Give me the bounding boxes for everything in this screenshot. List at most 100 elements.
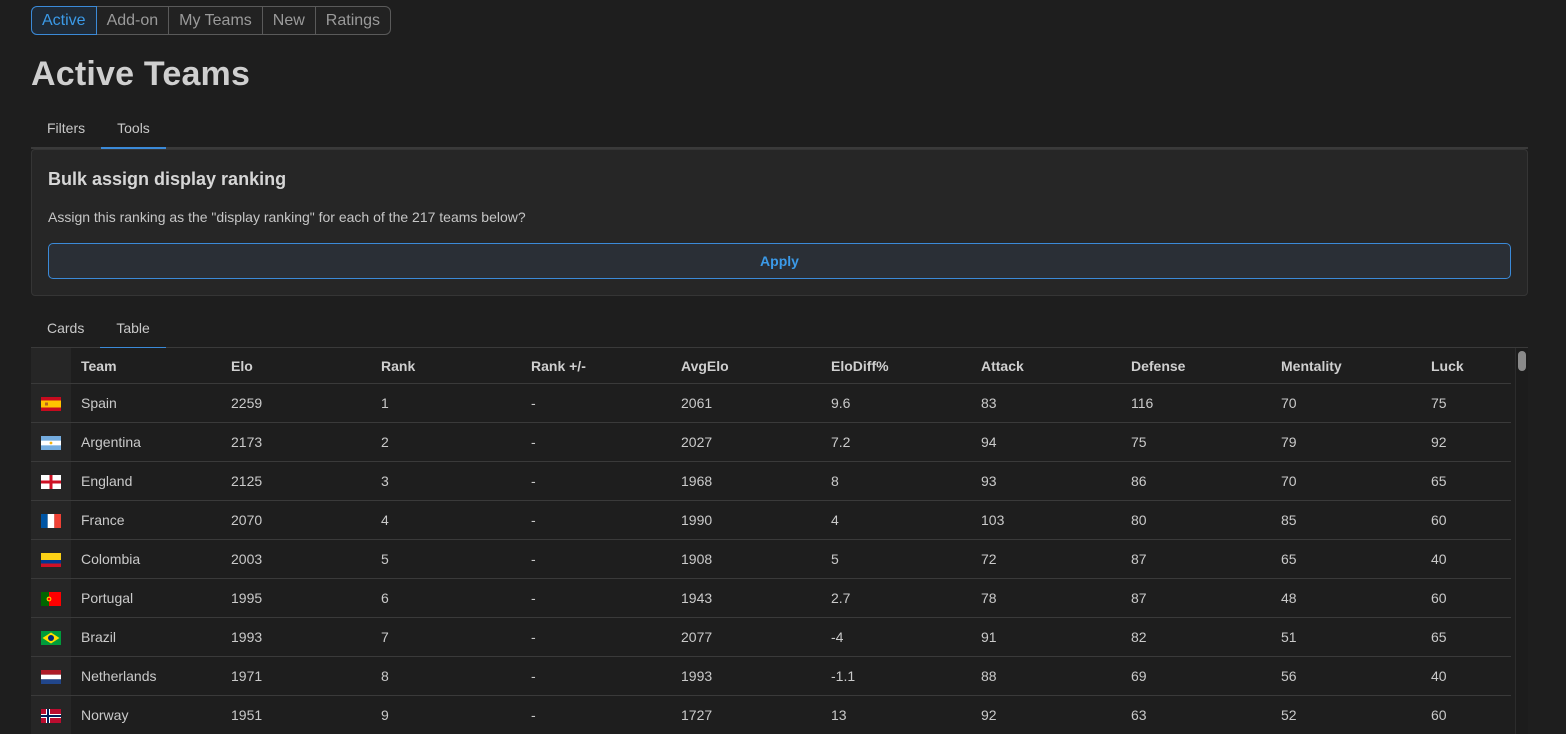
column-header-attack[interactable]: Attack <box>971 348 1121 384</box>
flag-portugal-icon <box>41 592 61 607</box>
page-title: Active Teams <box>31 55 251 93</box>
flag-cell <box>31 422 71 462</box>
cell-mentality: 85 <box>1271 500 1421 540</box>
flag-cell <box>31 461 71 501</box>
cell-avgelo: 1990 <box>671 500 821 540</box>
cell-luck: 65 <box>1421 461 1511 501</box>
cell-luck: 40 <box>1421 656 1511 696</box>
cell-defense: 80 <box>1121 500 1271 540</box>
tab-filters[interactable]: Filters <box>31 111 101 147</box>
cell-rank-change: - <box>521 383 671 423</box>
tab-table[interactable]: Table <box>100 311 167 349</box>
cell-mentality: 70 <box>1271 383 1421 423</box>
cell-attack: 88 <box>971 656 1121 696</box>
cell-team: France <box>71 500 221 540</box>
cell-elodiff: 9.6 <box>821 383 971 423</box>
cell-team: Portugal <box>71 578 221 618</box>
table-row[interactable]: France 2070 4-1990 4 103 80 85 60 <box>31 500 1511 540</box>
cell-rank: 3 <box>371 461 521 501</box>
table-row[interactable]: Brazil 1993 7-2077 -4 91 82 51 65 <box>31 617 1511 657</box>
teams-table: Team Elo Rank Rank +/- AvgElo EloDiff% A… <box>31 348 1511 734</box>
cell-rank-change: - <box>521 461 671 501</box>
tab-cards[interactable]: Cards <box>31 311 100 347</box>
cell-luck: 75 <box>1421 383 1511 423</box>
cell-rank-change: - <box>521 695 671 734</box>
cell-avgelo: 2061 <box>671 383 821 423</box>
cell-rank: 9 <box>371 695 521 734</box>
column-header-elodiff[interactable]: EloDiff% <box>821 348 971 384</box>
cell-rank: 2 <box>371 422 521 462</box>
cell-rank: 1 <box>371 383 521 423</box>
flag-netherlands-icon <box>41 670 61 685</box>
flag-cell <box>31 578 71 618</box>
page: Active Add-on My Teams New Ratings Activ… <box>0 0 1566 734</box>
cell-rank: 7 <box>371 617 521 657</box>
cell-mentality: 56 <box>1271 656 1421 696</box>
table-row[interactable]: Spain 2259 1-2061 9.6 83 116 70 75 <box>31 383 1511 423</box>
nav-button-ratings[interactable]: Ratings <box>314 6 392 35</box>
cell-luck: 65 <box>1421 617 1511 657</box>
cell-defense: 69 <box>1121 656 1271 696</box>
cell-defense: 82 <box>1121 617 1271 657</box>
cell-mentality: 48 <box>1271 578 1421 618</box>
cell-elo: 2259 <box>221 383 371 423</box>
cell-elo: 2003 <box>221 539 371 579</box>
table-row[interactable]: Portugal 1995 6-1943 2.7 78 87 48 60 <box>31 578 1511 618</box>
column-header-defense[interactable]: Defense <box>1121 348 1271 384</box>
column-header-avgelo[interactable]: AvgElo <box>671 348 821 384</box>
column-header-rank[interactable]: Rank <box>371 348 521 384</box>
table-row[interactable]: Netherlands 1971 8-1993 -1.1 88 69 56 40 <box>31 656 1511 696</box>
flag-argentina-icon <box>41 436 61 451</box>
nav-button-new[interactable]: New <box>261 6 316 35</box>
cell-defense: 116 <box>1121 383 1271 423</box>
nav-button-active[interactable]: Active <box>31 6 97 35</box>
cell-avgelo: 1968 <box>671 461 821 501</box>
cell-mentality: 70 <box>1271 461 1421 501</box>
flag-england-icon <box>41 475 61 490</box>
cell-team: Colombia <box>71 539 221 579</box>
cell-attack: 94 <box>971 422 1121 462</box>
tab-tools[interactable]: Tools <box>101 111 166 149</box>
table-row[interactable]: Colombia 2003 5-1908 5 72 87 65 40 <box>31 539 1511 579</box>
apply-button[interactable]: Apply <box>48 243 1511 279</box>
nav-button-add-on[interactable]: Add-on <box>95 6 170 35</box>
view-tabs: Cards Table <box>31 311 1528 349</box>
cell-defense: 63 <box>1121 695 1271 734</box>
cell-team: Argentina <box>71 422 221 462</box>
flag-brazil-icon <box>41 631 61 646</box>
column-header-elo[interactable]: Elo <box>221 348 371 384</box>
flag-colombia-icon <box>41 553 61 568</box>
cell-elodiff: 2.7 <box>821 578 971 618</box>
cell-rank-change: - <box>521 656 671 696</box>
cell-elo: 1995 <box>221 578 371 618</box>
table-scrollbar[interactable] <box>1515 348 1528 734</box>
cell-elodiff: 8 <box>821 461 971 501</box>
table-body: Spain 2259 1-2061 9.6 83 116 70 75 Argentina 2173… <box>31 383 1511 734</box>
column-header-rank-change[interactable]: Rank +/- <box>521 348 671 384</box>
column-header-team[interactable]: Team <box>71 348 221 384</box>
nav-button-my-teams[interactable]: My Teams <box>168 6 263 35</box>
cell-avgelo: 1727 <box>671 695 821 734</box>
flag-france-icon <box>41 514 61 529</box>
cell-team: Norway <box>71 695 221 734</box>
card-description: Assign this ranking as the "display rank… <box>48 209 526 225</box>
cell-rank: 4 <box>371 500 521 540</box>
flag-cell <box>31 656 71 696</box>
cell-avgelo: 1993 <box>671 656 821 696</box>
column-header-luck[interactable]: Luck <box>1421 348 1511 384</box>
table-row[interactable]: Argentina 2173 2-2027 7.2 94 75 79 92 <box>31 422 1511 462</box>
cell-avgelo: 1943 <box>671 578 821 618</box>
cell-elo: 1951 <box>221 695 371 734</box>
cell-elo: 1993 <box>221 617 371 657</box>
flag-cell <box>31 695 71 734</box>
cell-elodiff: 7.2 <box>821 422 971 462</box>
cell-mentality: 52 <box>1271 695 1421 734</box>
scrollbar-thumb[interactable] <box>1518 351 1526 371</box>
cell-attack: 83 <box>971 383 1121 423</box>
cell-luck: 60 <box>1421 578 1511 618</box>
table-row[interactable]: England 2125 3-1968 8 93 86 70 65 <box>31 461 1511 501</box>
cell-attack: 72 <box>971 539 1121 579</box>
column-header-mentality[interactable]: Mentality <box>1271 348 1421 384</box>
table-row[interactable]: Norway 1951 9-1727 13 92 63 52 60 <box>31 695 1511 734</box>
cell-rank-change: - <box>521 617 671 657</box>
